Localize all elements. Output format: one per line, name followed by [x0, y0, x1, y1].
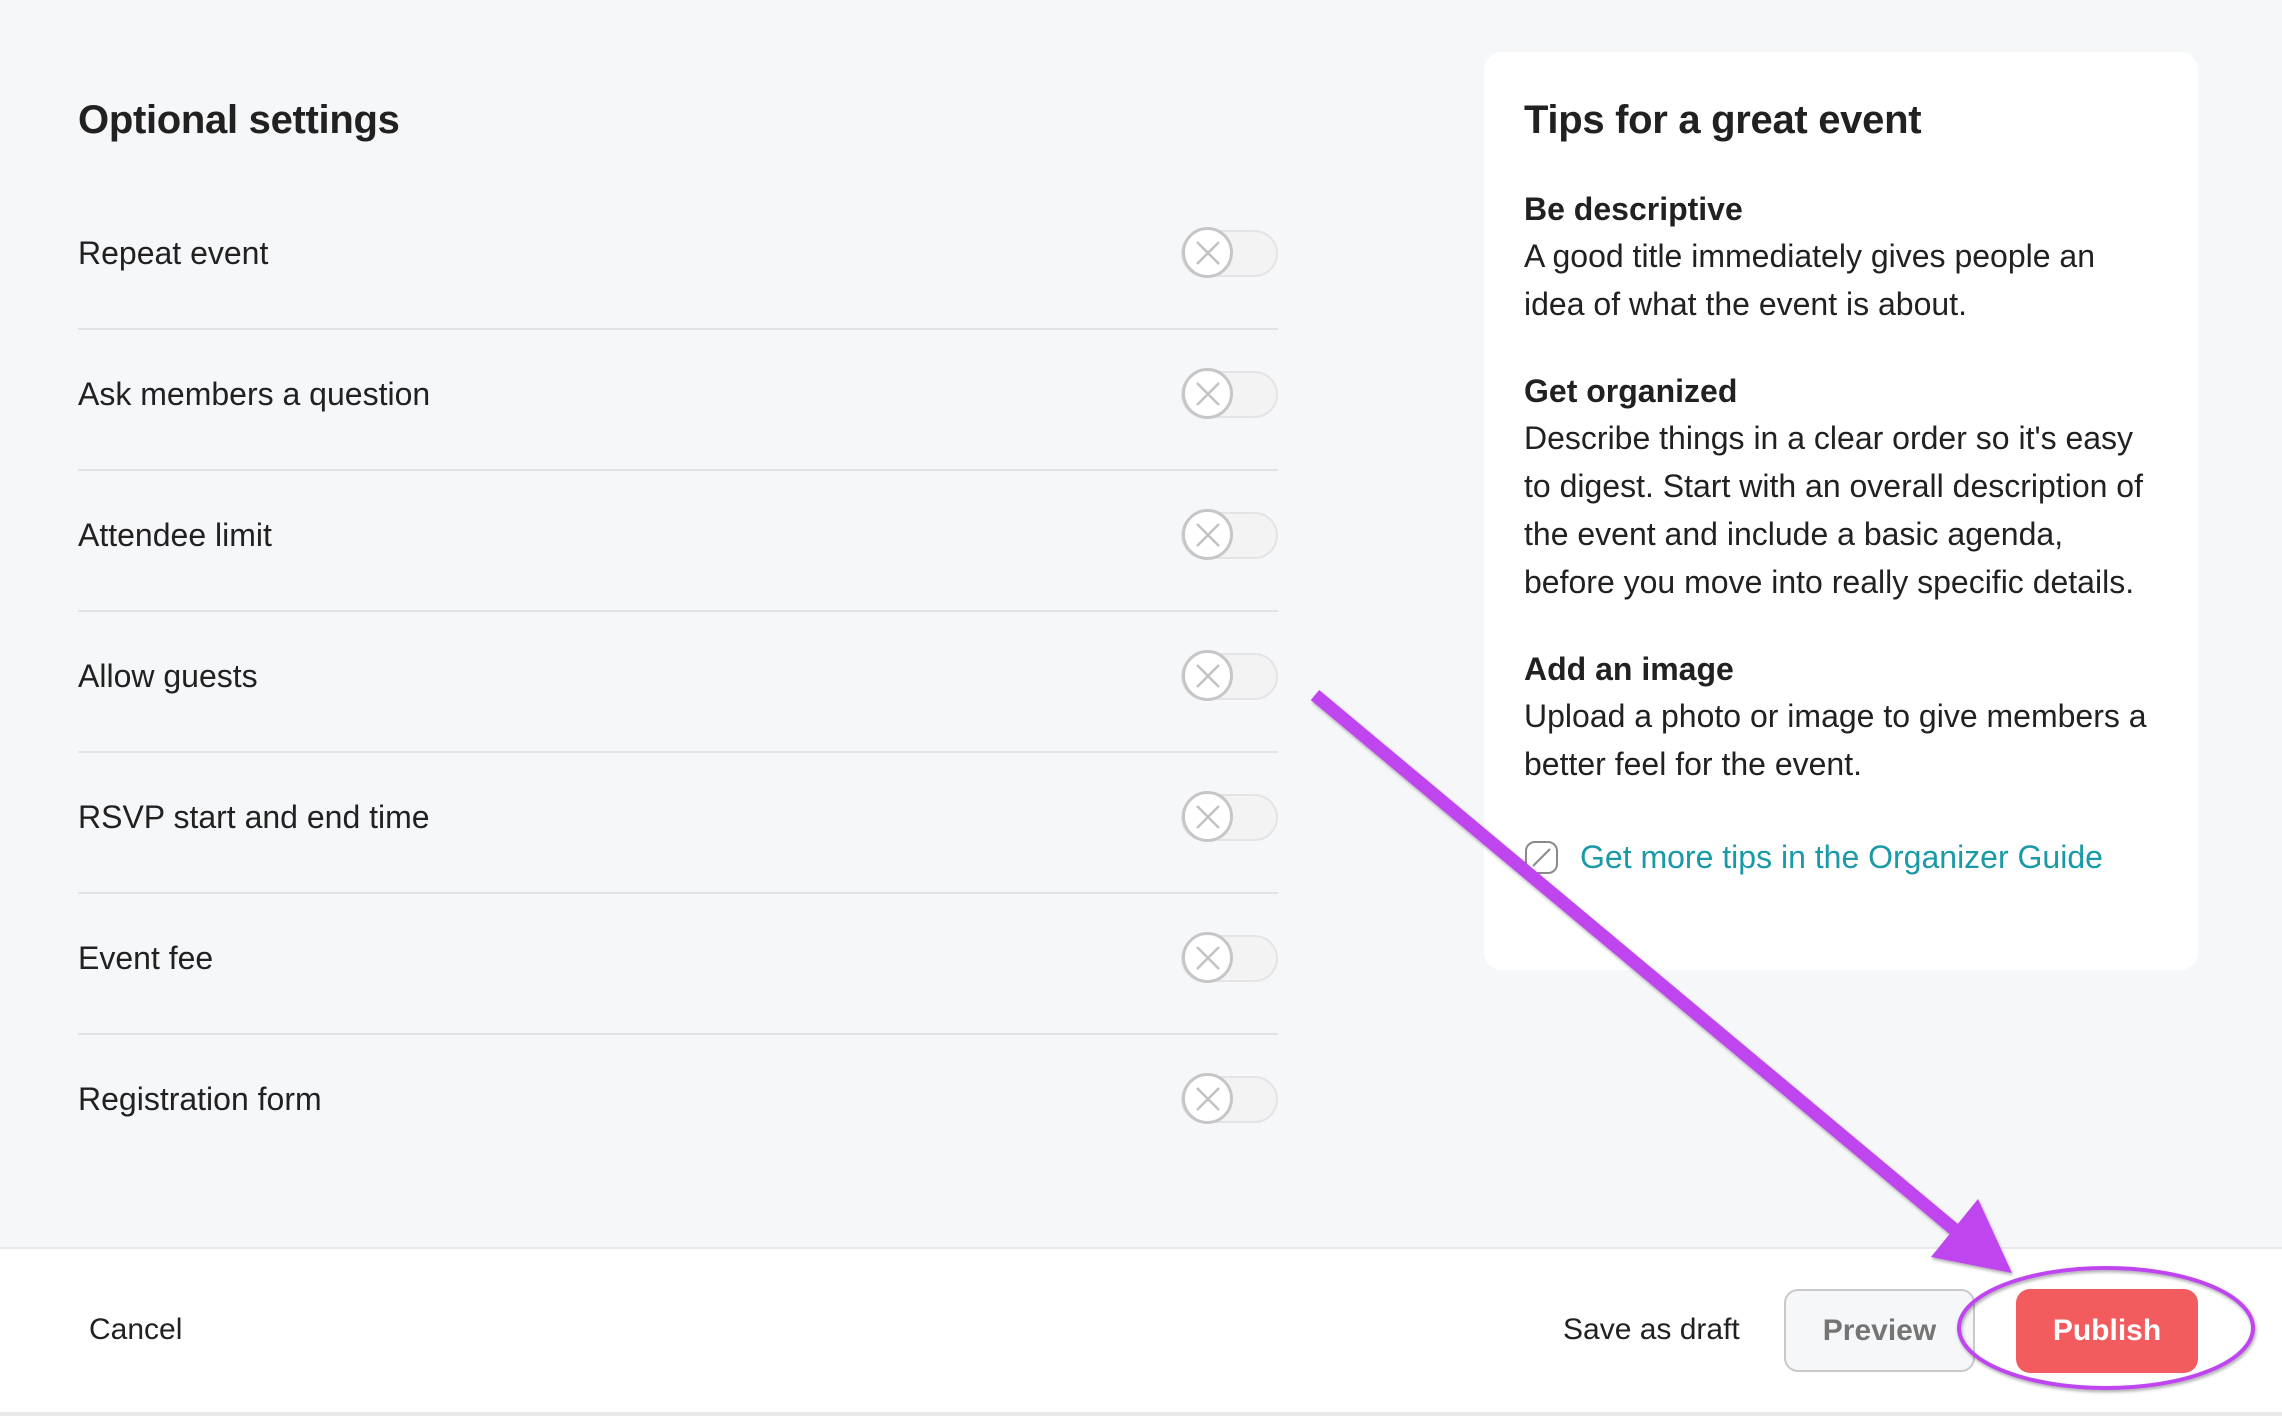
setting-row-ask-question: Ask members a question [78, 330, 1278, 471]
x-icon [1195, 804, 1220, 829]
toggle-knob [1182, 932, 1233, 983]
setting-row-registration-form: Registration form [78, 1035, 1278, 1174]
tip-be-descriptive: Be descriptive A good title immediately … [1524, 186, 2158, 328]
settings-list: Repeat event Ask members a question Atte… [78, 189, 1278, 1174]
setting-label: Allow guests [78, 658, 258, 694]
tip-heading: Be descriptive [1524, 191, 1743, 227]
organizer-guide-link[interactable]: Get more tips in the Organizer Guide [1524, 834, 2158, 880]
setting-label: Registration form [78, 1081, 322, 1117]
toggle-knob [1182, 368, 1233, 419]
ask-question-toggle[interactable] [1181, 368, 1278, 419]
setting-row-repeat-event: Repeat event [78, 189, 1278, 330]
attendee-limit-toggle[interactable] [1181, 509, 1278, 560]
tip-heading: Add an image [1524, 651, 1734, 687]
setting-label: Attendee limit [78, 517, 272, 553]
tip-heading: Get organized [1524, 373, 1738, 409]
toggle-knob [1182, 650, 1233, 701]
save-as-draft-button[interactable]: Save as draft [1563, 1309, 1740, 1351]
tip-body: Upload a photo or image to give members … [1524, 698, 2147, 782]
setting-row-event-fee: Event fee [78, 894, 1278, 1035]
cancel-button[interactable]: Cancel [89, 1309, 182, 1351]
repeat-event-toggle[interactable] [1181, 227, 1278, 278]
toggle-knob [1182, 1073, 1233, 1124]
x-icon [1195, 945, 1220, 970]
setting-label: Event fee [78, 940, 214, 976]
setting-row-rsvp-time: RSVP start and end time [78, 753, 1278, 894]
edit-icon [1525, 841, 1558, 874]
tip-get-organized: Get organized Describe things in a clear… [1524, 368, 2158, 606]
allow-guests-toggle[interactable] [1181, 650, 1278, 701]
preview-button[interactable]: Preview [1784, 1289, 1975, 1372]
footer-bottom-border [0, 1412, 2282, 1416]
tips-card: Tips for a great event Be descriptive A … [1484, 52, 2198, 970]
tip-body: A good title immediately gives people an… [1524, 238, 2096, 322]
x-icon [1195, 522, 1220, 547]
action-footer: Cancel Save as draft Preview Publish [0, 1247, 2282, 1412]
x-icon [1195, 663, 1220, 688]
toggle-knob [1182, 227, 1233, 278]
setting-row-attendee-limit: Attendee limit [78, 471, 1278, 612]
publish-button[interactable]: Publish [2016, 1289, 2198, 1373]
x-icon [1195, 381, 1220, 406]
toggle-knob [1182, 509, 1233, 560]
x-icon [1195, 1086, 1220, 1111]
tip-add-image: Add an image Upload a photo or image to … [1524, 646, 2158, 788]
event-fee-toggle[interactable] [1181, 932, 1278, 983]
toggle-knob [1182, 791, 1233, 842]
registration-form-toggle[interactable] [1181, 1073, 1278, 1124]
rsvp-time-toggle[interactable] [1181, 791, 1278, 842]
setting-label: Ask members a question [78, 376, 431, 412]
optional-settings-title: Optional settings [78, 98, 400, 142]
setting-row-allow-guests: Allow guests [78, 612, 1278, 753]
organizer-guide-link-label: Get more tips in the Organizer Guide [1580, 839, 2103, 875]
tip-body: Describe things in a clear order so it's… [1524, 420, 2143, 600]
setting-label: Repeat event [78, 235, 269, 271]
x-icon [1195, 240, 1220, 265]
tips-title: Tips for a great event [1524, 98, 1922, 142]
setting-label: RSVP start and end time [78, 799, 430, 835]
